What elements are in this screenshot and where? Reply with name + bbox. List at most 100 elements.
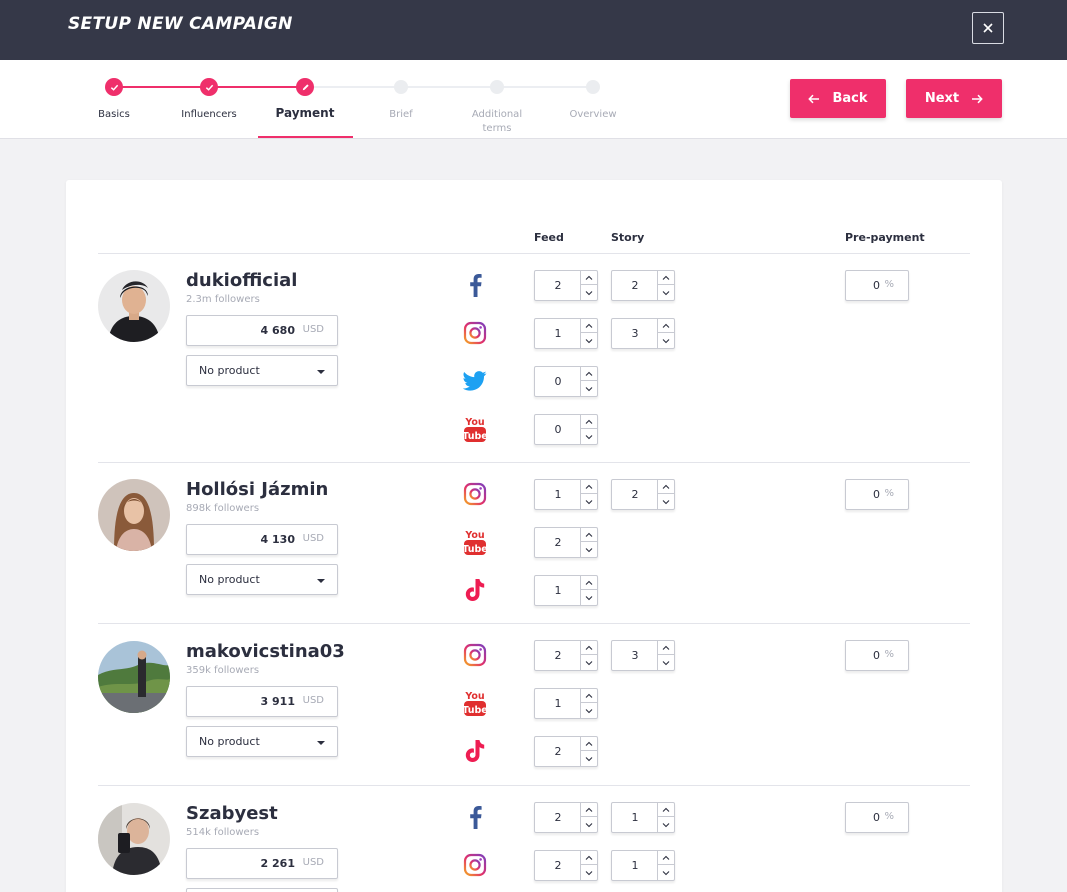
chevron-down-icon[interactable] [658, 334, 674, 348]
product-select[interactable]: No product [186, 726, 338, 757]
chevron-down-icon[interactable] [581, 543, 597, 557]
chevron-up-icon[interactable] [658, 851, 674, 865]
chevron-up-icon[interactable] [581, 737, 597, 751]
chevron-down-icon[interactable] [658, 818, 674, 832]
feed-count-stepper[interactable]: 1 [534, 688, 598, 719]
feed-count-stepper[interactable]: 2 [534, 270, 598, 301]
chevron-down-icon[interactable] [581, 495, 597, 509]
follower-count: 2.3m followers [186, 294, 260, 305]
story-count-stepper[interactable]: 1 [611, 802, 675, 833]
chevron-up-icon[interactable] [581, 528, 597, 542]
next-button[interactable]: Next [906, 79, 1002, 118]
feed-count-stepper[interactable]: 2 [534, 802, 598, 833]
close-button[interactable] [972, 12, 1004, 44]
story-count-stepper[interactable]: 2 [611, 270, 675, 301]
story-count-stepper[interactable]: 1 [611, 850, 675, 881]
chevron-up-icon[interactable] [581, 367, 597, 381]
avatar [98, 479, 170, 551]
stepper-controls [580, 641, 597, 670]
step-label-basics[interactable]: Basics [66, 108, 162, 122]
stepper-controls [657, 803, 674, 832]
chevron-down-icon[interactable] [581, 286, 597, 300]
chevron-down-icon[interactable] [581, 656, 597, 670]
chevron-down-icon[interactable] [581, 382, 597, 396]
chevron-down-icon[interactable] [581, 334, 597, 348]
chevron-up-icon[interactable] [658, 319, 674, 333]
stepper-value: 1 [554, 327, 562, 340]
influencer-name[interactable]: makovicstina03 [186, 641, 345, 662]
stepper-value: 0 [554, 375, 562, 388]
step-overview-dot[interactable] [586, 80, 600, 94]
step-label-additional-terms[interactable]: Additional terms [459, 108, 535, 136]
feed-count-stepper[interactable]: 2 [534, 850, 598, 881]
feed-count-stepper[interactable]: 1 [534, 479, 598, 510]
stepper-controls [580, 851, 597, 880]
prepayment-input[interactable]: 0% [845, 479, 909, 510]
chevron-down-icon[interactable] [581, 866, 597, 880]
feed-count-stepper[interactable]: 0 [534, 414, 598, 445]
price-input[interactable]: 3 911 USD [186, 686, 338, 717]
step-additional-terms-dot[interactable] [490, 80, 504, 94]
percent-symbol: % [884, 279, 894, 290]
step-label-influencers[interactable]: Influencers [161, 108, 257, 122]
step-label-payment[interactable]: Payment [257, 106, 353, 120]
story-count-stepper[interactable]: 3 [611, 318, 675, 349]
chevron-up-icon[interactable] [581, 480, 597, 494]
chevron-down-icon[interactable] [581, 430, 597, 444]
step-basics-check-icon[interactable] [105, 78, 123, 96]
story-count-stepper[interactable]: 2 [611, 479, 675, 510]
percent-symbol: % [884, 811, 894, 822]
chevron-up-icon[interactable] [581, 803, 597, 817]
product-select-value: No product [199, 573, 260, 586]
product-select[interactable]: No product [186, 564, 338, 595]
step-label-overview[interactable]: Overview [545, 108, 641, 122]
feed-count-stepper[interactable]: 0 [534, 366, 598, 397]
prepayment-input[interactable]: 0% [845, 802, 909, 833]
step-influencers-check-icon[interactable] [200, 78, 218, 96]
chevron-up-icon[interactable] [581, 851, 597, 865]
story-count-stepper[interactable]: 3 [611, 640, 675, 671]
chevron-up-icon[interactable] [658, 803, 674, 817]
prepayment-value: 0 [873, 649, 880, 662]
product-select[interactable]: No product [186, 888, 338, 892]
feed-count-stepper[interactable]: 1 [534, 318, 598, 349]
chevron-down-icon[interactable] [658, 866, 674, 880]
chevron-up-icon[interactable] [581, 576, 597, 590]
price-input[interactable]: 4 680 USD [186, 315, 338, 346]
chevron-up-icon[interactable] [581, 415, 597, 429]
chevron-down-icon[interactable] [581, 752, 597, 766]
chevron-down-icon[interactable] [658, 495, 674, 509]
feed-count-stepper[interactable]: 1 [534, 575, 598, 606]
price-input[interactable]: 2 261 USD [186, 848, 338, 879]
price-input[interactable]: 4 130 USD [186, 524, 338, 555]
chevron-up-icon[interactable] [658, 480, 674, 494]
prepayment-input[interactable]: 0% [845, 270, 909, 301]
influencer-name[interactable]: dukiofficial [186, 270, 297, 291]
chevron-up-icon[interactable] [658, 271, 674, 285]
feed-count-stepper[interactable]: 2 [534, 527, 598, 558]
influencer-name[interactable]: Hollósi Jázmin [186, 479, 328, 500]
feed-count-stepper[interactable]: 2 [534, 736, 598, 767]
chevron-up-icon[interactable] [658, 641, 674, 655]
product-select[interactable]: No product [186, 355, 338, 386]
step-payment-pencil-icon[interactable] [296, 78, 314, 96]
chevron-down-icon[interactable] [581, 704, 597, 718]
step-label-brief[interactable]: Brief [353, 108, 449, 122]
chevron-up-icon[interactable] [581, 689, 597, 703]
chevron-up-icon[interactable] [581, 271, 597, 285]
stepper-value: 2 [631, 488, 639, 501]
chevron-up-icon[interactable] [581, 319, 597, 333]
step-brief-dot[interactable] [394, 80, 408, 94]
chevron-up-icon[interactable] [581, 641, 597, 655]
feed-count-stepper[interactable]: 2 [534, 640, 598, 671]
chevron-down-icon[interactable] [658, 656, 674, 670]
influencer-name[interactable]: Szabyest [186, 803, 278, 824]
prepayment-input[interactable]: 0% [845, 640, 909, 671]
chevron-down-icon[interactable] [581, 591, 597, 605]
stepper-controls [580, 576, 597, 605]
stepper-controls [580, 528, 597, 557]
chevron-down-icon[interactable] [658, 286, 674, 300]
svg-text:Tube: Tube [463, 705, 487, 716]
back-button[interactable]: Back [790, 79, 886, 118]
chevron-down-icon[interactable] [581, 818, 597, 832]
